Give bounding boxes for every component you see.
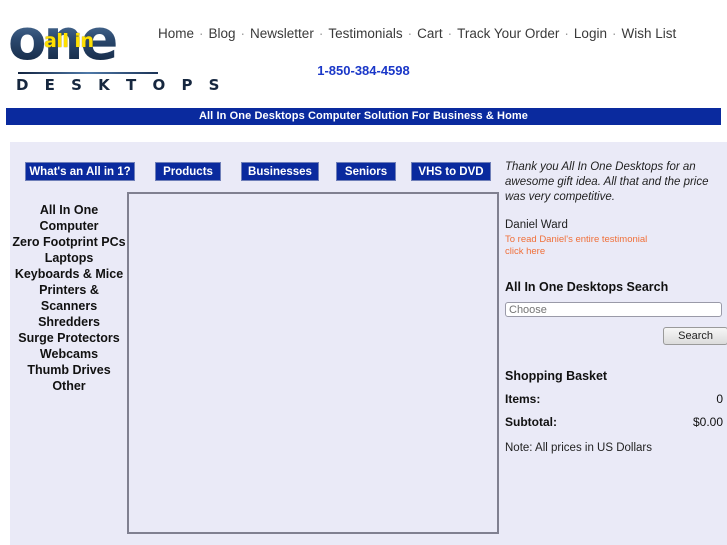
nav-separator: · <box>564 26 569 41</box>
page-root: one all in D E S K T O P S Home · Blog · New… <box>0 0 727 545</box>
tab-businesses[interactable]: Businesses <box>241 162 319 181</box>
nav-item-testimonials[interactable]: Testimonials <box>328 26 402 41</box>
sidebar-item-thumb-drives[interactable]: Thumb Drives <box>10 362 128 378</box>
nav-item-login[interactable]: Login <box>574 26 607 41</box>
testimonial-read-more-link[interactable]: To read Daniel's entire testimonial clic… <box>505 234 695 258</box>
category-sidebar: All In One Computer Zero Footprint PCs L… <box>10 202 128 394</box>
tagline-banner: All In One Desktops Computer Solution Fo… <box>6 108 721 125</box>
sidebar-item-surge-protectors[interactable]: Surge Protectors <box>10 330 128 346</box>
search-section-title: All In One Desktops Search <box>505 280 669 294</box>
nav-item-newsletter[interactable]: Newsletter <box>250 26 314 41</box>
nav-item-track-your-order[interactable]: Track Your Order <box>457 26 559 41</box>
search-input[interactable] <box>505 302 722 317</box>
right-column: Thank you All In One Desktops for an awe… <box>499 160 727 454</box>
main-panel: What's an All in 1? Products Businesses … <box>10 142 727 545</box>
basket-items-row: Items: 0 <box>505 392 723 406</box>
phone-number[interactable]: 1-850-384-4598 <box>0 63 727 78</box>
sidebar-item-all-in-one-computer[interactable]: All In One Computer <box>10 202 128 234</box>
sidebar-item-shredders[interactable]: Shredders <box>10 314 128 330</box>
site-logo[interactable]: one all in D E S K T O P S <box>8 12 219 95</box>
nav-separator: · <box>611 26 617 41</box>
search-button[interactable]: Search <box>663 327 727 345</box>
sidebar-item-webcams[interactable]: Webcams <box>10 346 128 362</box>
testimonial-author: Daniel Ward <box>505 219 568 231</box>
nav-item-blog[interactable]: Blog <box>209 26 236 41</box>
testimonial-quote: Thank you All In One Desktops for an awe… <box>505 161 709 203</box>
nav-separator: · <box>407 26 413 41</box>
nav-item-home[interactable]: Home <box>158 26 194 41</box>
tab-vhs-to-dvd[interactable]: VHS to DVD <box>411 162 491 181</box>
basket-subtotal-label: Subtotal: <box>505 415 557 429</box>
tab-seniors[interactable]: Seniors <box>336 162 396 181</box>
nav-separator: · <box>240 26 246 41</box>
tab-whats-an-all-in-1[interactable]: What's an All in 1? <box>25 162 135 181</box>
top-navigation: Home · Blog · Newsletter · Testimonials · Cart · T… <box>158 26 676 41</box>
logo-subtitle: D E S K T O P S <box>16 76 225 94</box>
basket-subtotal-row: Subtotal: $0.00 <box>505 415 723 429</box>
nav-item-cart[interactable]: Cart <box>417 26 443 41</box>
testimonial-link-line-1[interactable]: To read Daniel's entire testimonial <box>505 234 647 245</box>
testimonial-link-line-2[interactable]: click here <box>505 246 545 257</box>
logo-allin-text: all in <box>44 30 94 52</box>
main-content-area <box>127 192 499 534</box>
nav-separator: · <box>199 26 204 41</box>
shopping-basket-title: Shopping Basket <box>505 369 608 383</box>
sidebar-item-printers-and-scanners[interactable]: Printers & Scanners <box>10 282 128 314</box>
site-header: one all in D E S K T O P S Home · Blog · New… <box>0 0 727 100</box>
sidebar-item-laptops[interactable]: Laptops <box>10 250 128 266</box>
basket-currency-note: Note: All prices in US Dollars <box>505 442 652 454</box>
nav-separator: · <box>447 26 453 41</box>
basket-subtotal-value: $0.00 <box>692 415 723 429</box>
sidebar-item-keyboards-and-mice[interactable]: Keyboards & Mice <box>10 266 128 282</box>
search-button-row: Search <box>505 327 727 345</box>
basket-items-value: 0 <box>716 392 723 406</box>
sidebar-item-zero-footprint-pcs[interactable]: Zero Footprint PCs <box>10 234 128 250</box>
sidebar-item-other[interactable]: Other <box>10 378 128 394</box>
tab-products[interactable]: Products <box>155 162 221 181</box>
nav-item-wish-list[interactable]: Wish List <box>621 26 676 41</box>
nav-separator: · <box>318 26 324 41</box>
category-tabs: What's an All in 1? Products Businesses … <box>16 162 496 181</box>
basket-items-label: Items: <box>505 392 541 406</box>
